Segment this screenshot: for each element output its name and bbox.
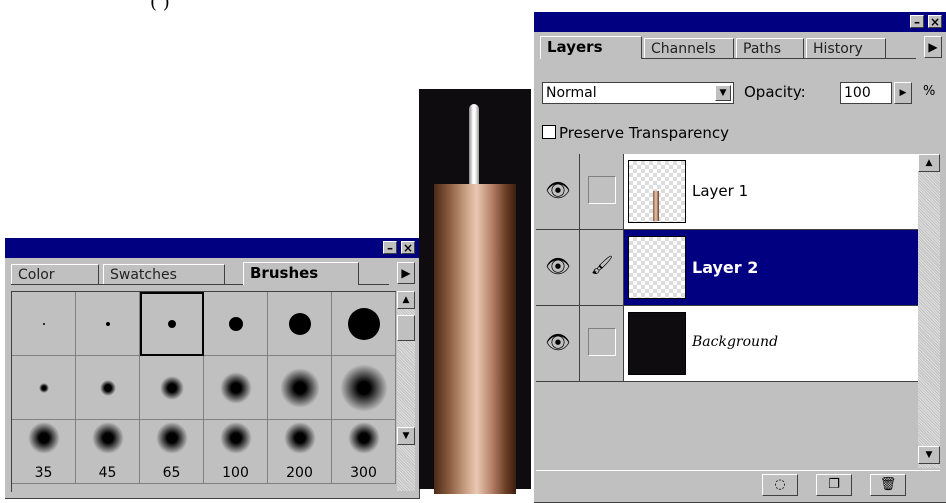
opacity-input[interactable]: 100 — [840, 82, 892, 104]
palette-menu-button[interactable]: ▶ — [397, 262, 415, 284]
layers-titlebar[interactable]: – × — [534, 12, 946, 32]
brush-hard-19[interactable] — [332, 292, 396, 356]
layer-thumbnail — [628, 160, 686, 223]
layer-content[interactable]: Layer 2 — [624, 230, 918, 305]
layer-thumbnail — [628, 312, 686, 375]
brush-100[interactable]: 100 — [204, 420, 268, 484]
eye-icon: 👁 — [545, 330, 571, 354]
brush-300[interactable]: 300 — [332, 420, 396, 484]
eye-icon: 👁 — [545, 254, 571, 278]
blend-mode-select[interactable]: Normal ▼ — [542, 82, 734, 104]
layer-name: Layer 2 — [692, 258, 759, 277]
brush-icon: 🖌 — [590, 255, 614, 276]
layer-name: Background — [692, 334, 779, 350]
eye-icon: 👁 — [545, 178, 571, 202]
brush-35[interactable]: 35 — [12, 420, 76, 484]
brushes-tabs: Color Swatches Brushes — [11, 262, 389, 286]
opacity-slider-button[interactable]: ▶ — [894, 82, 912, 104]
preserve-transparency-checkbox[interactable] — [542, 125, 556, 139]
minimize-button[interactable]: – — [910, 15, 924, 28]
link-toggle[interactable] — [580, 154, 624, 229]
copper-rod — [434, 184, 516, 494]
palette-menu-button[interactable]: ▶ — [924, 36, 942, 58]
copper-rod-image — [419, 89, 531, 494]
opacity-label: Opacity: — [744, 83, 806, 101]
brush-soft-17[interactable] — [204, 356, 268, 420]
brush-grid: 35 45 65 100 200 300 — [11, 291, 396, 492]
brush-hard-1[interactable] — [12, 292, 76, 356]
brush-hard-13[interactable] — [268, 292, 332, 356]
preserve-transparency[interactable]: Preserve Transparency — [542, 124, 729, 142]
scroll-up-button[interactable]: ▲ — [397, 291, 415, 309]
brush-hard-5[interactable] — [140, 292, 204, 356]
layers-tabs: Layers Channels Paths History — [540, 36, 916, 60]
link-toggle[interactable]: 🖌 — [580, 230, 624, 305]
visibility-toggle[interactable]: 👁 — [536, 306, 580, 381]
chevron-down-icon[interactable]: ▼ — [715, 85, 731, 101]
brush-65[interactable]: 65 — [140, 420, 204, 484]
brush-45[interactable]: 45 — [76, 420, 140, 484]
scroll-down-button[interactable]: ▼ — [397, 427, 415, 445]
percent-sign: % — [923, 84, 936, 99]
minimize-button[interactable]: – — [383, 241, 397, 254]
layer-row-layer-1[interactable]: 👁 Layer 1 — [536, 154, 918, 230]
layer-name: Layer 1 — [692, 182, 749, 200]
brush-size-label: 100 — [222, 465, 249, 481]
tab-history[interactable]: History — [806, 38, 886, 58]
new-layer-button[interactable]: ❐ — [816, 474, 852, 496]
header-fragment: ( ) — [150, 0, 170, 13]
brush-hard-3[interactable] — [76, 292, 140, 356]
blend-mode-value: Normal — [546, 85, 597, 101]
tab-paths[interactable]: Paths — [736, 38, 804, 58]
brush-size-label: 200 — [286, 465, 313, 481]
brush-soft-13[interactable] — [140, 356, 204, 420]
brush-size-label: 35 — [34, 465, 53, 481]
visibility-toggle[interactable]: 👁 — [536, 154, 580, 229]
brush-size-label: 300 — [350, 465, 377, 481]
tab-channels[interactable]: Channels — [644, 38, 734, 58]
tab-color[interactable]: Color — [11, 264, 99, 284]
brush-soft-27[interactable] — [332, 356, 396, 420]
brushes-titlebar[interactable]: – × — [5, 238, 419, 258]
layer-row-layer-2[interactable]: 👁 🖌 Layer 2 — [536, 230, 918, 306]
layer-row-background[interactable]: 👁 Background — [536, 306, 918, 382]
layer-content[interactable]: Layer 1 — [624, 154, 918, 229]
tab-layers[interactable]: Layers — [540, 36, 642, 60]
brush-soft-9[interactable] — [76, 356, 140, 420]
brush-200[interactable]: 200 — [268, 420, 332, 484]
tab-brushes[interactable]: Brushes — [243, 262, 359, 286]
visibility-toggle[interactable]: 👁 — [536, 230, 580, 305]
scroll-up-button[interactable]: ▲ — [918, 154, 940, 172]
close-button[interactable]: × — [928, 15, 942, 28]
brushes-scrollbar[interactable]: ▲ ▼ — [397, 291, 415, 491]
brush-soft-21[interactable] — [268, 356, 332, 420]
tab-swatches[interactable]: Swatches — [103, 264, 225, 284]
white-wick — [469, 104, 479, 186]
layers-palette: – × Layers Channels Paths History ▶ Norm… — [534, 12, 946, 503]
scroll-down-button[interactable]: ▼ — [918, 446, 940, 464]
link-toggle[interactable] — [580, 306, 624, 381]
brush-size-label: 65 — [162, 465, 181, 481]
brush-soft-5[interactable] — [12, 356, 76, 420]
scroll-thumb[interactable] — [397, 315, 415, 341]
add-mask-button[interactable]: ◌ — [762, 474, 798, 496]
brush-size-label: 45 — [98, 465, 117, 481]
layer-list: 👁 Layer 1 👁 🖌 Layer 2 👁 Background — [536, 154, 918, 468]
brushes-palette: – × Color Swatches Brushes ▶ 35 45 65 10… — [5, 238, 420, 499]
close-button[interactable]: × — [401, 241, 415, 254]
layers-bottom-bar: ◌ ❐ 🗑 — [536, 470, 940, 501]
layer-thumbnail — [628, 236, 686, 299]
brush-hard-9[interactable] — [204, 292, 268, 356]
trash-icon[interactable]: 🗑 — [870, 474, 906, 496]
preserve-transparency-label: Preserve Transparency — [559, 124, 729, 142]
layers-scrollbar[interactable]: ▲ ▼ — [918, 154, 940, 468]
layer-content[interactable]: Background — [624, 306, 918, 381]
